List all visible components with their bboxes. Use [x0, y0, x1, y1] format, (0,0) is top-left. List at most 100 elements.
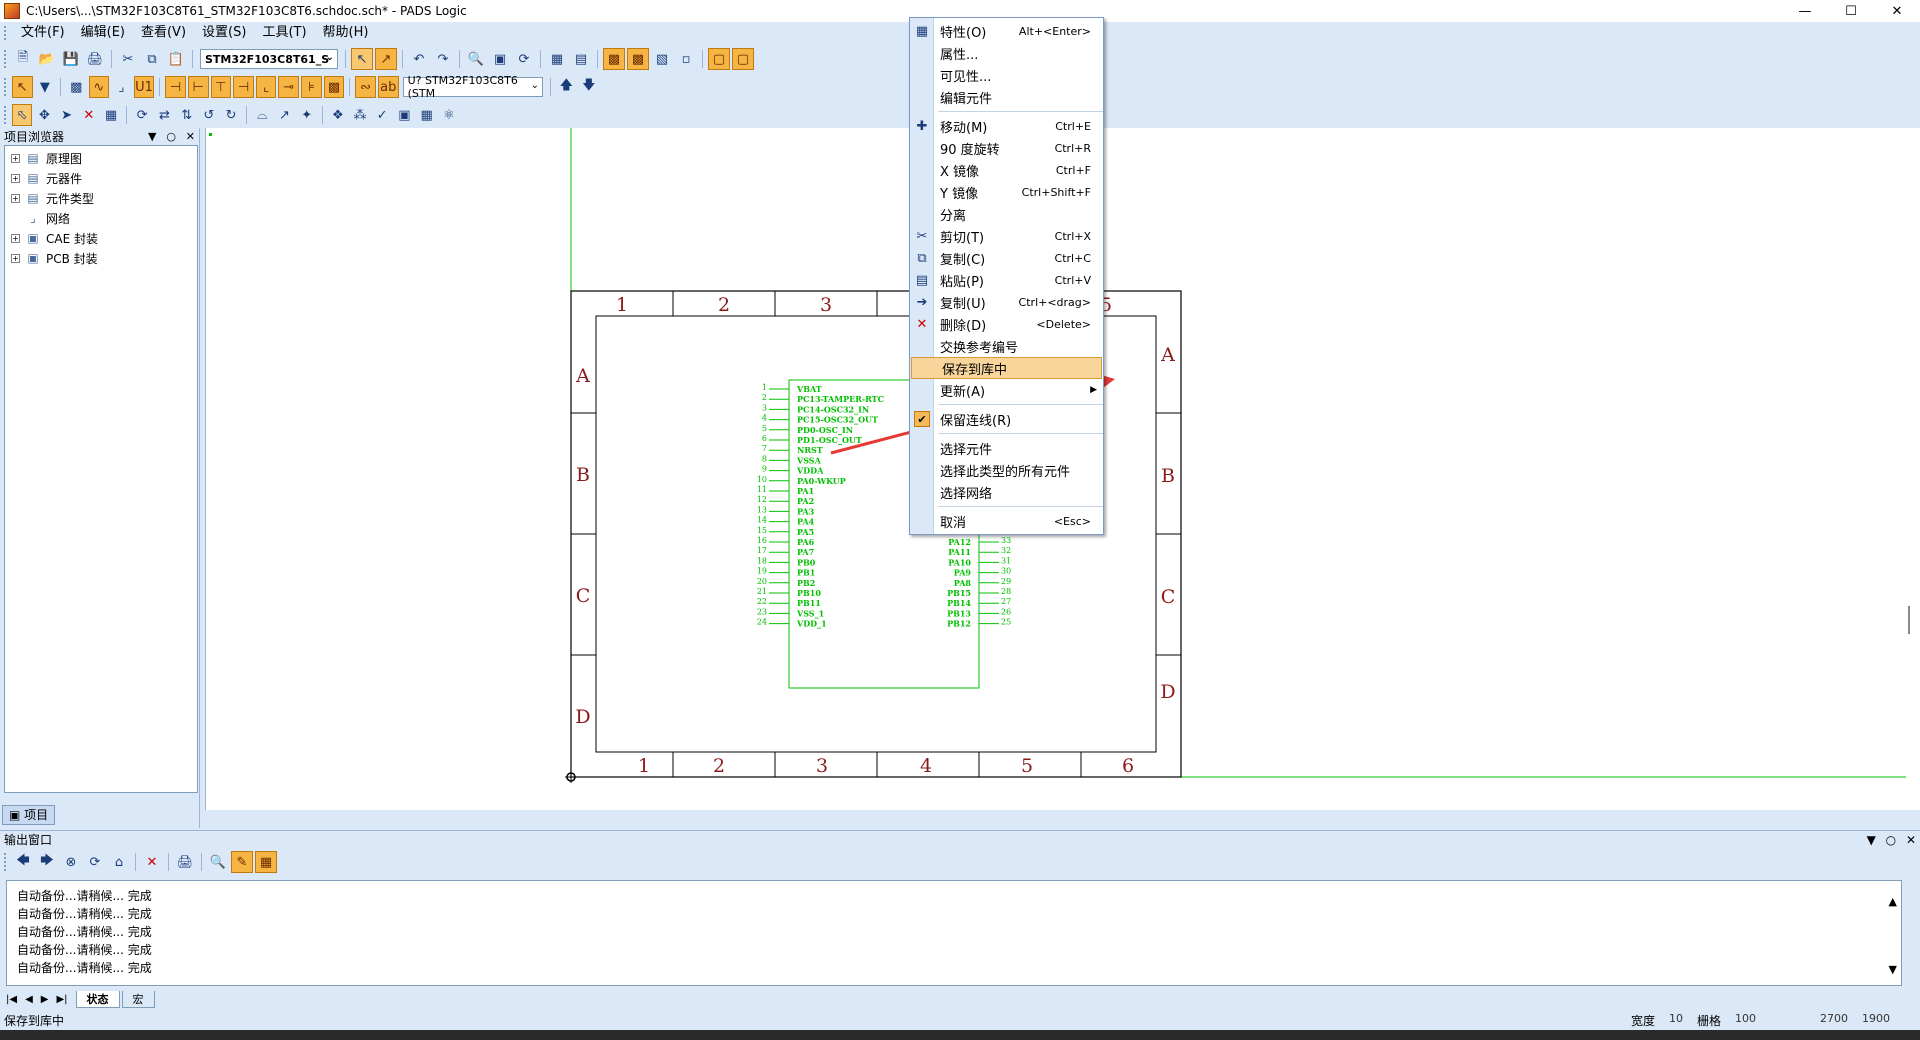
context-menu-item[interactable]: ✔ 保留连线(R) — [910, 408, 1103, 430]
context-menu-item[interactable]: ✕ 删除(D) <Delete> — [910, 313, 1103, 335]
expand-icon[interactable]: + — [11, 253, 20, 263]
add-wire-icon[interactable]: ⌓ — [252, 104, 272, 126]
context-menu-item[interactable]: 取消 <Esc> — [910, 510, 1103, 532]
maximize-button[interactable]: ☐ — [1828, 0, 1874, 22]
window-tile-icon[interactable]: ▢ — [708, 48, 730, 70]
add-2d-line-icon[interactable]: ⌞ — [255, 76, 277, 98]
filter-icon[interactable]: ▼ — [35, 76, 56, 98]
pads-layout-icon[interactable]: ▩ — [603, 48, 625, 70]
context-menu-item[interactable]: 更新(A) ▶ — [910, 379, 1103, 401]
print-icon[interactable]: 🖨 — [84, 48, 106, 70]
context-menu-item[interactable]: Y 镜像 Ctrl+Shift+F — [910, 181, 1103, 203]
edit-wire-icon[interactable]: ∾ — [355, 76, 376, 98]
context-menu-item[interactable]: 编辑元件 — [910, 86, 1103, 108]
toolbar-grip[interactable] — [4, 106, 7, 124]
rotate-icon[interactable]: ⟳ — [132, 104, 152, 126]
context-menu-item[interactable]: 选择元件 — [910, 437, 1103, 459]
cut-icon[interactable]: ✂ — [117, 48, 139, 70]
add-junction-icon[interactable]: ⊸ — [278, 76, 300, 98]
grid-icon[interactable]: ▦ — [255, 851, 277, 873]
part-select[interactable]: U? STM32F103C8T6 (STM ⌄ — [402, 74, 544, 100]
context-menu-item[interactable]: 选择此类型的所有元件 — [910, 459, 1103, 481]
add-ground-icon[interactable]: ⊤ — [210, 76, 232, 98]
last-page-icon[interactable]: ▶| — [56, 994, 67, 1005]
move-copy-icon[interactable]: ➤ — [57, 104, 77, 126]
pin-icon[interactable]: ○ — [1886, 833, 1896, 847]
library-manager-icon[interactable]: ▦ — [417, 104, 437, 126]
tab-project[interactable]: ▣ 项目 — [2, 805, 56, 825]
delete-icon[interactable]: ✕ — [79, 104, 99, 126]
add-field-icon[interactable]: ⊣ — [165, 76, 186, 98]
home-icon[interactable]: ⌂ — [108, 851, 130, 873]
context-menu-item[interactable]: ▤ 粘贴(P) Ctrl+V — [910, 269, 1103, 291]
add-part-icon[interactable]: ▩ — [66, 76, 87, 98]
next-page-icon[interactable]: ▶ — [41, 994, 49, 1005]
tree-item-components[interactable]: + ▤ 元器件 — [5, 168, 197, 188]
edit-icon[interactable]: ✎ — [231, 851, 253, 873]
menubar-grip[interactable] — [4, 26, 7, 40]
add-bus-icon[interactable]: ⌟ — [111, 76, 132, 98]
context-menu-item[interactable]: 90 度旋转 Ctrl+R — [910, 137, 1103, 159]
save-icon[interactable]: 💾 — [60, 48, 82, 70]
context-menu-item[interactable]: ➔ 复制(U) Ctrl+<drag> — [910, 291, 1103, 313]
snap-icon[interactable]: ⚛ — [439, 104, 459, 126]
context-menu-item[interactable]: ⧉ 复制(C) Ctrl+C — [910, 247, 1103, 269]
menu-edit[interactable]: 编辑(E) — [73, 22, 133, 44]
dropdown-icon[interactable]: ▼ — [148, 130, 156, 143]
window-cascade-icon[interactable]: ▢ — [732, 48, 754, 70]
stop-icon[interactable]: ⊗ — [60, 851, 82, 873]
flip-icon[interactable]: ↺ — [199, 104, 219, 126]
cae-icon[interactable]: ▫ — [675, 48, 697, 70]
context-menu-item[interactable]: ▦ 特性(O) Alt+<Enter> — [910, 20, 1103, 42]
clear-icon[interactable]: ✕ — [141, 851, 163, 873]
print-icon[interactable]: 🖨 — [174, 851, 196, 873]
properties-icon[interactable]: ▦ — [101, 104, 121, 126]
tab-macro[interactable]: 宏 — [121, 990, 155, 1008]
move-icon[interactable]: ✥ — [34, 104, 54, 126]
undo-icon[interactable]: ↶ — [408, 48, 430, 70]
menu-file[interactable]: 文件(F) — [13, 22, 73, 44]
select-part-icon[interactable]: ↖ — [11, 76, 33, 98]
menu-view[interactable]: 查看(V) — [133, 22, 194, 44]
net-icon[interactable]: ❖ — [328, 104, 348, 126]
prev-page-icon[interactable]: ◀ — [25, 994, 33, 1005]
tab-status[interactable]: 状态 — [75, 990, 120, 1008]
netlist-icon[interactable]: ▦ — [546, 48, 568, 70]
toolbar-grip[interactable] — [4, 78, 7, 96]
refresh-icon[interactable]: ⟳ — [84, 851, 106, 873]
context-menu-item[interactable]: 属性... — [910, 42, 1103, 64]
tree-item-nets[interactable]: ⌟ 网络 — [5, 208, 197, 228]
toolbar-grip[interactable] — [4, 50, 7, 68]
library-icon[interactable]: ▧ — [651, 48, 673, 70]
context-menu-item[interactable]: ✂ 剪切(T) Ctrl+X — [910, 225, 1103, 247]
tree-item-cae-decals[interactable]: + ▣ CAE 封装 — [5, 228, 197, 248]
close-icon[interactable]: ✕ — [1906, 833, 1916, 847]
dropdown-icon[interactable]: ▼ — [1867, 833, 1876, 847]
first-page-icon[interactable]: |◀ — [6, 994, 17, 1005]
expand-icon[interactable]: + — [11, 193, 20, 203]
arrow-down-icon[interactable]: 🡇 — [579, 76, 600, 98]
paste-icon[interactable]: 📋 — [165, 48, 187, 70]
add-text-icon[interactable]: U1 — [133, 76, 155, 98]
open-folder-icon[interactable]: 📂 — [36, 48, 58, 70]
scroll-up-icon[interactable]: ▲ — [1889, 893, 1897, 911]
route-icon[interactable]: ↗ — [274, 104, 294, 126]
output-log[interactable]: 自动备份...请稍候... 完成 自动备份...请稍候... 完成 自动备份..… — [6, 880, 1902, 986]
menu-help[interactable]: 帮助(H) — [315, 22, 377, 44]
new-file-icon[interactable]: 🗎 — [12, 48, 34, 70]
zoom-fit-icon[interactable]: ▣ — [489, 48, 511, 70]
context-menu-item[interactable]: 选择网络 — [910, 481, 1103, 503]
swap-icon[interactable]: ↻ — [221, 104, 241, 126]
sheet-select[interactable]: STM32F103C8T61_S ⌄ — [200, 49, 338, 69]
highlight-icon[interactable]: ✓ — [372, 104, 392, 126]
pin-icon[interactable]: ○ — [166, 130, 176, 143]
redraw-icon[interactable]: ⟳ — [513, 48, 535, 70]
expand-icon[interactable]: + — [11, 173, 20, 183]
lock-icon[interactable]: ▣ — [394, 104, 414, 126]
back-icon[interactable]: 🡄 — [12, 851, 34, 873]
add-box-icon[interactable]: ▩ — [323, 76, 345, 98]
tree-item-part-types[interactable]: + ▤ 元件类型 — [5, 188, 197, 208]
add-connection-icon[interactable]: ∿ — [88, 76, 110, 98]
tree-item-schematic[interactable]: + ▤ 原理图 — [5, 148, 197, 168]
close-icon[interactable]: ✕ — [186, 130, 195, 143]
